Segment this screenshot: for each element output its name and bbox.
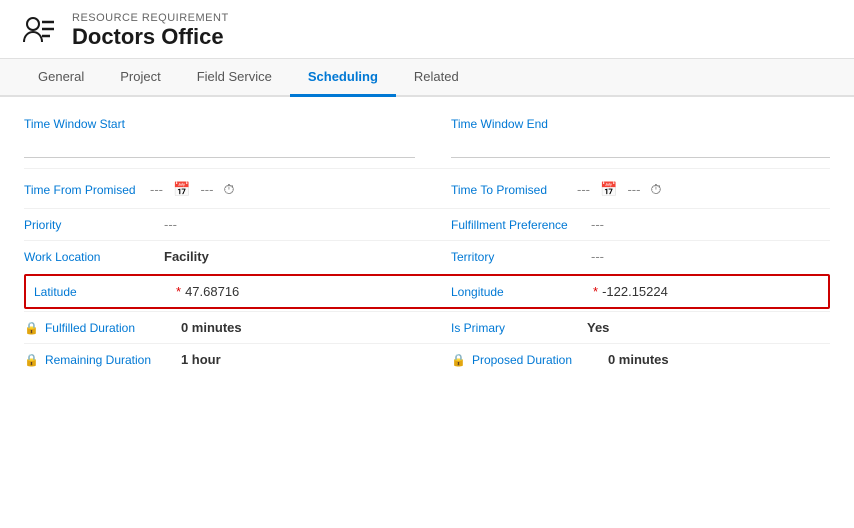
- time-from-promised-label: Time From Promised: [24, 183, 144, 197]
- tab-field-service[interactable]: Field Service: [179, 59, 290, 97]
- lat-long-row: Latitude * 47.68716 Longitude * -122.152…: [24, 274, 830, 309]
- time-from-promised-cell: Time From Promised --- 📅 --- ⏱: [24, 177, 427, 202]
- territory-cell: Territory ---: [427, 241, 830, 272]
- time-window-end-group: Time Window End: [427, 117, 830, 158]
- fulfilled-duration-cell: 🔒 Fulfilled Duration 0 minutes: [24, 312, 427, 343]
- priority-label: Priority: [24, 218, 164, 232]
- time-window-start-label: Time Window Start: [24, 117, 415, 131]
- tab-related[interactable]: Related: [396, 59, 477, 97]
- time-promised-row: Time From Promised --- 📅 --- ⏱ Time To P…: [24, 168, 830, 202]
- time-window-end-input[interactable]: [451, 134, 830, 158]
- fulfilled-duration-row: 🔒 Fulfilled Duration 0 minutes Is Primar…: [24, 311, 830, 343]
- calendar-icon-from[interactable]: 📅: [173, 181, 190, 198]
- lock-icon-fulfilled: 🔒: [24, 321, 39, 335]
- work-location-cell: Work Location Facility: [24, 241, 427, 272]
- priority-value: ---: [164, 217, 177, 232]
- territory-value: ---: [591, 249, 604, 264]
- priority-row: Priority --- Fulfillment Preference ---: [24, 208, 830, 240]
- time-from-val2: ---: [200, 182, 213, 197]
- longitude-required: *: [593, 284, 598, 299]
- clock-icon-from[interactable]: ⏱: [223, 181, 234, 198]
- lock-icon-proposed: 🔒: [451, 353, 466, 367]
- calendar-icon-to[interactable]: 📅: [600, 181, 617, 198]
- priority-cell: Priority ---: [24, 209, 427, 240]
- remaining-duration-cell: 🔒 Remaining Duration 1 hour: [24, 344, 427, 375]
- fulfillment-preference-value: ---: [591, 217, 604, 232]
- fulfillment-preference-label: Fulfillment Preference: [451, 218, 591, 232]
- tab-project[interactable]: Project: [102, 59, 178, 97]
- longitude-value: -122.15224: [602, 284, 668, 299]
- longitude-cell: Longitude * -122.15224: [427, 276, 828, 307]
- header-super-label: RESOURCE REQUIREMENT: [72, 12, 229, 24]
- page-header: RESOURCE REQUIREMENT Doctors Office: [0, 0, 854, 59]
- header-text-block: RESOURCE REQUIREMENT Doctors Office: [72, 12, 229, 50]
- resource-requirement-icon: [20, 12, 58, 50]
- fulfilled-duration-value: 0 minutes: [181, 320, 242, 335]
- time-window-row: Time Window Start Time Window End: [24, 117, 830, 158]
- time-to-val2: ---: [627, 182, 640, 197]
- time-to-val1: ---: [577, 182, 590, 197]
- latitude-label: Latitude: [34, 285, 174, 299]
- tab-scheduling[interactable]: Scheduling: [290, 59, 396, 97]
- time-window-start-input[interactable]: [24, 134, 415, 158]
- latitude-required: *: [176, 284, 181, 299]
- is-primary-cell: Is Primary Yes: [427, 312, 830, 343]
- lock-icon-remaining: 🔒: [24, 353, 39, 367]
- time-window-end-label: Time Window End: [451, 117, 830, 131]
- clock-icon-to[interactable]: ⏱: [650, 181, 661, 198]
- is-primary-value: Yes: [587, 320, 609, 335]
- time-from-val1: ---: [150, 182, 163, 197]
- page-title: Doctors Office: [72, 24, 229, 50]
- time-to-promised-cell: Time To Promised --- 📅 --- ⏱: [427, 177, 830, 202]
- proposed-duration-value: 0 minutes: [608, 352, 669, 367]
- remaining-duration-label: Remaining Duration: [45, 353, 175, 367]
- work-location-row: Work Location Facility Territory ---: [24, 240, 830, 272]
- time-to-promised-label: Time To Promised: [451, 183, 571, 197]
- remaining-duration-row: 🔒 Remaining Duration 1 hour 🔒 Proposed D…: [24, 343, 830, 375]
- work-location-label: Work Location: [24, 250, 164, 264]
- proposed-duration-cell: 🔒 Proposed Duration 0 minutes: [427, 344, 830, 375]
- proposed-duration-label: Proposed Duration: [472, 353, 602, 367]
- nav-tabs-bar: General Project Field Service Scheduling…: [0, 59, 854, 97]
- fulfilled-duration-label: Fulfilled Duration: [45, 321, 175, 335]
- longitude-label: Longitude: [451, 285, 591, 299]
- scheduling-content: Time Window Start Time Window End Time F…: [0, 97, 854, 395]
- latitude-cell: Latitude * 47.68716: [26, 276, 427, 307]
- territory-label: Territory: [451, 250, 591, 264]
- is-primary-label: Is Primary: [451, 321, 581, 335]
- time-window-start-group: Time Window Start: [24, 117, 427, 158]
- remaining-duration-value: 1 hour: [181, 352, 221, 367]
- work-location-value: Facility: [164, 249, 209, 264]
- fulfillment-preference-cell: Fulfillment Preference ---: [427, 209, 830, 240]
- tab-general[interactable]: General: [20, 59, 102, 97]
- latitude-value: 47.68716: [185, 284, 239, 299]
